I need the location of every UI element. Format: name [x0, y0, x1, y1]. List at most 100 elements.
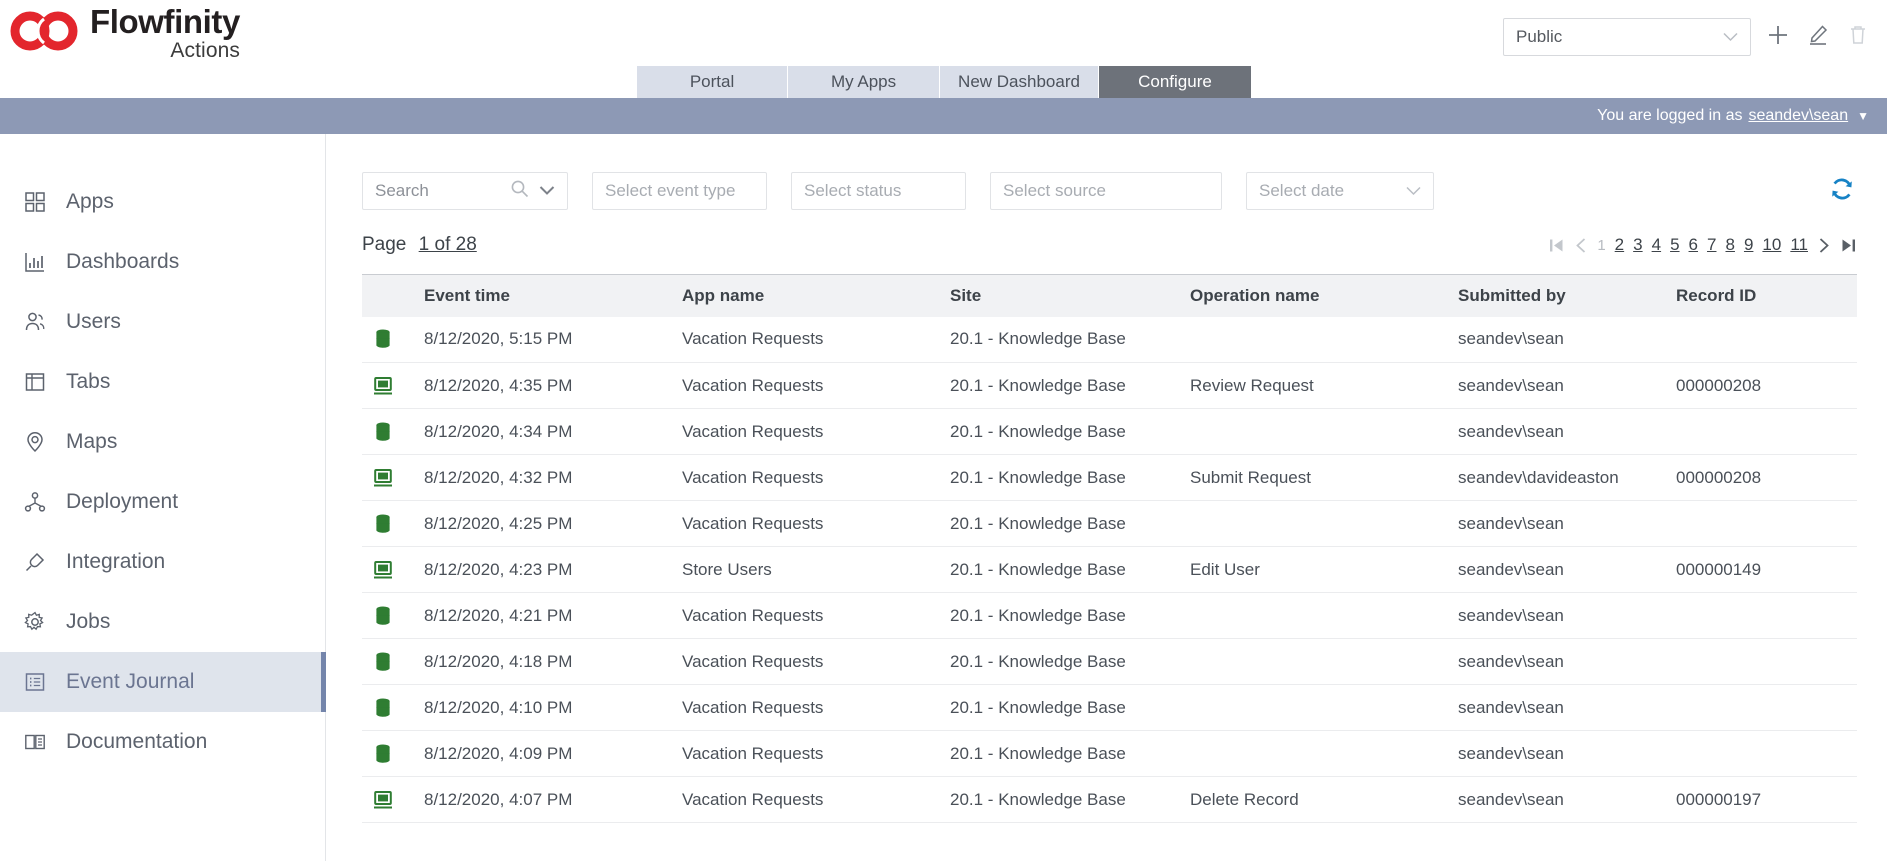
sidebar-item-label: Deployment	[66, 490, 179, 513]
map-pin-icon	[22, 429, 48, 455]
page-value-link[interactable]: 1 of 28	[419, 234, 477, 255]
table-row[interactable]: 8/12/2020, 4:10 PM Vacation Requests 20.1 …	[362, 684, 1857, 731]
row-app-name: Vacation Requests	[672, 730, 940, 777]
sidebar-item-maps[interactable]: Maps	[0, 412, 325, 472]
page-number-4[interactable]: 4	[1652, 235, 1661, 255]
prev-page-icon[interactable]	[1574, 237, 1588, 254]
source-select[interactable]: Select source	[990, 172, 1222, 210]
column-header-operation-name[interactable]: Operation name	[1180, 274, 1448, 317]
page-number-9[interactable]: 9	[1744, 235, 1753, 255]
row-event-time: 8/12/2020, 4:21 PM	[414, 592, 672, 639]
sidebar-item-dashboards[interactable]: Dashboards	[0, 232, 325, 292]
row-event-source-cell	[362, 454, 414, 501]
sidebar-item-users[interactable]: Users	[0, 292, 325, 352]
page-number-2[interactable]: 2	[1615, 235, 1624, 255]
sidebar-item-label: Users	[66, 310, 121, 333]
column-header-record-id[interactable]: Record ID	[1666, 274, 1857, 317]
row-operation-name	[1180, 500, 1448, 547]
row-event-source-cell	[362, 730, 414, 777]
database-icon	[372, 421, 404, 443]
row-record-id	[1666, 592, 1857, 639]
table-row[interactable]: 8/12/2020, 4:18 PM Vacation Requests 20.1 …	[362, 638, 1857, 685]
row-record-id	[1666, 316, 1857, 363]
users-icon	[22, 309, 48, 335]
row-event-source-cell	[362, 362, 414, 409]
first-page-icon[interactable]	[1548, 237, 1565, 254]
gear-icon	[22, 609, 48, 635]
top-bar: Flowfinity Actions Public Portal My Apps…	[0, 0, 1887, 98]
scope-select[interactable]: Public	[1503, 18, 1751, 56]
page-number-6[interactable]: 6	[1689, 235, 1698, 255]
page-indicator: Page 1 of 28	[362, 234, 477, 256]
sidebar-item-documentation[interactable]: Documentation	[0, 712, 325, 772]
refresh-button[interactable]	[1827, 174, 1857, 209]
sidebar-item-integration[interactable]: Integration	[0, 532, 325, 592]
tab-portal[interactable]: Portal	[636, 66, 789, 98]
page-number-8[interactable]: 8	[1725, 235, 1734, 255]
sidebar-item-tabs[interactable]: Tabs	[0, 352, 325, 412]
page-number-7[interactable]: 7	[1707, 235, 1716, 255]
column-header-site[interactable]: Site	[940, 274, 1180, 317]
row-event-time: 8/12/2020, 5:15 PM	[414, 316, 672, 363]
table-row[interactable]: 8/12/2020, 4:07 PM Vacation Requests 20.1 …	[362, 776, 1857, 823]
caret-down-icon[interactable]: ▼	[1857, 109, 1869, 123]
sidebar-item-apps[interactable]: Apps	[0, 172, 325, 232]
column-header-submitted-by[interactable]: Submitted by	[1448, 274, 1666, 317]
event-type-select[interactable]: Select event type	[592, 172, 767, 210]
layout-icon	[22, 369, 48, 395]
status-select[interactable]: Select status	[791, 172, 966, 210]
table-row[interactable]: 8/12/2020, 4:34 PM Vacation Requests 20.1 …	[362, 408, 1857, 455]
add-button[interactable]	[1765, 24, 1791, 50]
table-row[interactable]: 8/12/2020, 4:35 PM Vacation Requests 20.1 …	[362, 362, 1857, 409]
row-event-time: 8/12/2020, 4:07 PM	[414, 776, 672, 823]
row-record-id	[1666, 638, 1857, 685]
brand-logo[interactable]: Flowfinity Actions	[0, 0, 240, 61]
sidebar-item-deployment[interactable]: Deployment	[0, 472, 325, 532]
sidebar-item-label: Maps	[66, 430, 118, 453]
book-icon	[22, 729, 48, 755]
tab-configure-label: Configure	[1138, 72, 1212, 91]
delete-button[interactable]	[1845, 24, 1871, 50]
table-row[interactable]: 8/12/2020, 4:21 PM Vacation Requests 20.1 …	[362, 592, 1857, 639]
page-number-5[interactable]: 5	[1670, 235, 1679, 255]
table-row[interactable]: 8/12/2020, 4:32 PM Vacation Requests 20.1 …	[362, 454, 1857, 501]
search-icon[interactable]	[510, 179, 529, 203]
last-page-icon[interactable]	[1840, 237, 1857, 254]
table-row[interactable]: 8/12/2020, 5:15 PM Vacation Requests 20.1 …	[362, 316, 1857, 363]
chevron-down-icon[interactable]	[539, 181, 555, 201]
row-app-name: Vacation Requests	[672, 638, 940, 685]
table-row[interactable]: 8/12/2020, 4:23 PM Store Users 20.1 - Know…	[362, 546, 1857, 593]
column-header-icon[interactable]	[362, 274, 414, 317]
database-icon	[372, 743, 404, 765]
tab-configure[interactable]: Configure	[1098, 66, 1251, 98]
row-event-source-cell	[362, 500, 414, 547]
tab-new-dashboard[interactable]: New Dashboard	[940, 66, 1099, 98]
tab-my-apps[interactable]: My Apps	[788, 66, 941, 98]
table-row[interactable]: 8/12/2020, 4:09 PM Vacation Requests 20.1 …	[362, 730, 1857, 777]
date-select[interactable]: Select date	[1246, 172, 1434, 210]
login-status-bar: You are logged in as seandev\sean ▼	[0, 98, 1887, 134]
sidebar-item-event-journal[interactable]: Event Journal	[0, 652, 326, 712]
row-event-source-cell	[362, 408, 414, 455]
table-header: Event time App name Site Operation name …	[362, 274, 1857, 317]
edit-button[interactable]	[1805, 24, 1831, 50]
row-record-id: 000000208	[1666, 362, 1857, 409]
refresh-icon	[1827, 174, 1857, 209]
table-row[interactable]: 8/12/2020, 4:25 PM Vacation Requests 20.1 …	[362, 500, 1857, 547]
column-header-event-time[interactable]: Event time	[414, 274, 672, 317]
pager: 1 2 3 4 5 6 7 8 9 10 11	[1548, 235, 1857, 255]
page-number-11[interactable]: 11	[1790, 235, 1808, 255]
page-number-3[interactable]: 3	[1633, 235, 1642, 255]
row-event-time: 8/12/2020, 4:34 PM	[414, 408, 672, 455]
row-event-source-cell	[362, 316, 414, 363]
plug-icon	[22, 549, 48, 575]
next-page-icon[interactable]	[1817, 237, 1831, 254]
row-record-id: 000000197	[1666, 776, 1857, 823]
column-header-app-name[interactable]: App name	[672, 274, 940, 317]
sidebar-item-jobs[interactable]: Jobs	[0, 592, 325, 652]
search-input[interactable]: Search	[362, 172, 568, 210]
row-record-id: 000000149	[1666, 546, 1857, 593]
logged-in-user-link[interactable]: seandev\sean	[1748, 107, 1848, 125]
status-placeholder: Select status	[804, 181, 902, 200]
page-number-10[interactable]: 10	[1762, 235, 1781, 255]
